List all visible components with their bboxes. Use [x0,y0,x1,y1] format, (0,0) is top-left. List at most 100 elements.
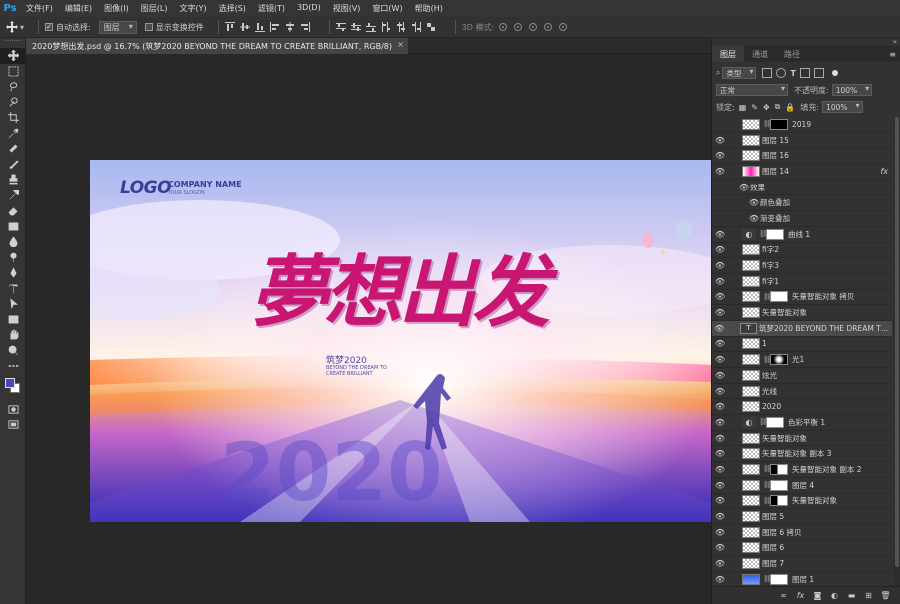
auto-select-dropdown[interactable]: 图层 [98,20,137,34]
layer-thumbnail[interactable] [742,354,760,366]
eye-icon[interactable]: 👁 [712,258,728,273]
eye-icon[interactable]: 👁 [712,164,728,179]
menu-item[interactable]: 选择(S) [213,3,252,14]
eye-icon[interactable]: 👁 [712,540,728,555]
chain-link-icon[interactable]: ⛓ [763,575,772,583]
layer-row[interactable]: 👁 图层 16 [712,148,892,165]
eye-icon[interactable]: 👁 [712,336,728,351]
layer-row[interactable]: 👁 图层 7 [712,556,892,572]
scrollbar-thumb[interactable] [895,117,899,567]
align-left-icon[interactable] [269,22,280,32]
document-tab[interactable]: 2020梦想出发.psd @ 16.7% (筑梦2020 BEYOND THE … [26,38,408,54]
type-filter-icon[interactable]: T [790,69,795,78]
type-tool[interactable] [0,281,26,297]
layer-row[interactable]: 👁 图层 5 [712,509,892,525]
foreground-color-swatch[interactable] [5,377,15,388]
menu-item[interactable]: 图层(L) [135,3,174,14]
quick-mask-button[interactable] [0,402,26,418]
eye-icon[interactable]: 👁 [712,478,728,493]
eye-icon[interactable]: 👁 [712,274,728,289]
layer-row[interactable]: 👁 图层 15 [712,133,892,149]
layer-row[interactable]: 👁 ⛓ 矢量智能对象 [712,494,892,510]
layer-row[interactable]: 👁 ◐ ⛓ 色彩平衡 1 [712,415,892,431]
move-tool-preset[interactable]: ▾ [6,21,24,33]
roll-3d-icon[interactable] [513,22,523,32]
opacity-input[interactable]: 100% [831,84,873,96]
chain-link-icon[interactable]: ⛓ [763,356,772,364]
auto-select-value[interactable]: 图层 [98,20,137,34]
distribute-left-icon[interactable] [381,22,391,32]
eyedropper-tool[interactable] [0,126,26,142]
zoom-tool[interactable] [0,343,26,359]
blur-tool[interactable] [0,234,26,250]
eye-icon[interactable]: 👁 [712,242,728,257]
orbit-3d-icon[interactable] [498,22,508,32]
filter-kind-select[interactable]: 类型 [722,67,757,79]
eye-icon[interactable]: 👁 [712,352,728,367]
auto-select-checkbox[interactable]: ✓ [45,23,54,31]
smart-object-filter-icon[interactable] [813,68,824,78]
layer-row[interactable]: 👁 图层 6 拷贝 [712,525,892,541]
eye-icon[interactable]: 👁 [712,446,728,461]
pen-tool[interactable] [0,265,26,281]
eye-icon[interactable]: 👁 [748,211,760,226]
layer-thumbnail[interactable]: ◐ [742,228,756,240]
healing-brush-tool[interactable] [0,141,26,157]
chain-link-icon[interactable]: ⛓ [759,418,768,426]
layer-mask-thumbnail[interactable] [770,479,788,491]
layer-thumbnail[interactable] [742,369,760,381]
shape-filter-icon[interactable] [799,68,810,78]
adjustment-layer-icon[interactable]: ◐ [829,590,840,601]
canvas-area[interactable]: 2020 LOGO COMPANY NAME YOUR SLOGON 夢想出发 … [26,54,711,604]
eye-icon[interactable]: 👁 [712,399,728,414]
eye-icon[interactable]: 👁 [712,384,728,399]
layer-row[interactable]: 👁 2020 [712,399,892,416]
layer-row[interactable]: 👁 图层 14 fx [712,164,892,180]
quick-select-tool[interactable] [0,95,26,111]
show-transform-option[interactable]: 显示变换控件 [144,22,204,33]
layer-row[interactable]: 👁 ⛓ 图层 4 [712,478,892,494]
layer-thumbnail[interactable] [742,511,760,523]
chain-link-icon[interactable]: ⛓ [763,120,772,128]
distribute-right-icon[interactable] [411,22,421,32]
layer-thumbnail[interactable] [742,165,760,177]
auto-align-icon[interactable] [426,22,436,32]
align-vcenter-icon[interactable] [239,22,250,32]
layer-row[interactable]: 👁 ◐ ⛓ 曲线 1 [712,227,892,243]
align-top-icon[interactable] [224,22,235,32]
menu-item[interactable]: 编辑(E) [59,3,98,14]
layer-thumbnail[interactable] [742,495,760,507]
layer-thumbnail[interactable] [742,448,760,460]
lock-transparent-icon[interactable]: ▦ [739,103,747,112]
layer-row[interactable]: 👁 图层 6 [712,541,892,557]
eye-icon[interactable]: 👁 [712,321,727,336]
layer-thumbnail[interactable] [742,385,760,397]
eye-icon[interactable]: 👁 [712,133,728,148]
distribute-top-icon[interactable] [335,22,346,32]
layer-row[interactable]: 👁 1 [712,337,892,353]
layer-row[interactable]: 👁 ⛓ 矢量智能对象 拷贝 [712,290,892,306]
layer-thumbnail[interactable] [742,526,760,538]
eye-icon[interactable]: 👁 [738,180,750,195]
chain-link-icon[interactable]: ⛓ [763,481,772,489]
layer-thumbnail[interactable] [742,401,760,413]
layer-row[interactable]: 👁 炫光 [712,368,892,384]
panel-menu-icon[interactable]: ≡ [889,50,896,59]
layers-scrollbar[interactable] [894,117,900,587]
adjustment-filter-icon[interactable] [776,68,787,78]
layer-row[interactable]: 👁 fi字3 [712,258,892,274]
layer-mask-thumbnail[interactable] [770,495,788,507]
layer-thumbnail[interactable] [742,307,760,319]
lock-position-icon[interactable]: ✥ [763,103,770,112]
menu-item[interactable]: 窗口(W) [366,3,408,14]
screen-mode-button[interactable] [0,417,26,433]
lasso-tool[interactable] [0,79,26,95]
eye-icon[interactable] [712,117,728,132]
layer-thumbnail[interactable] [742,260,760,272]
hand-tool[interactable] [0,327,26,343]
layer-mask-thumbnail[interactable] [766,416,784,428]
distribute-vcenter-icon[interactable] [350,22,361,32]
panel-tab[interactable]: 通道 [744,46,776,62]
menu-item[interactable]: 文字(Y) [173,3,212,14]
pixel-filter-icon[interactable] [762,68,773,78]
